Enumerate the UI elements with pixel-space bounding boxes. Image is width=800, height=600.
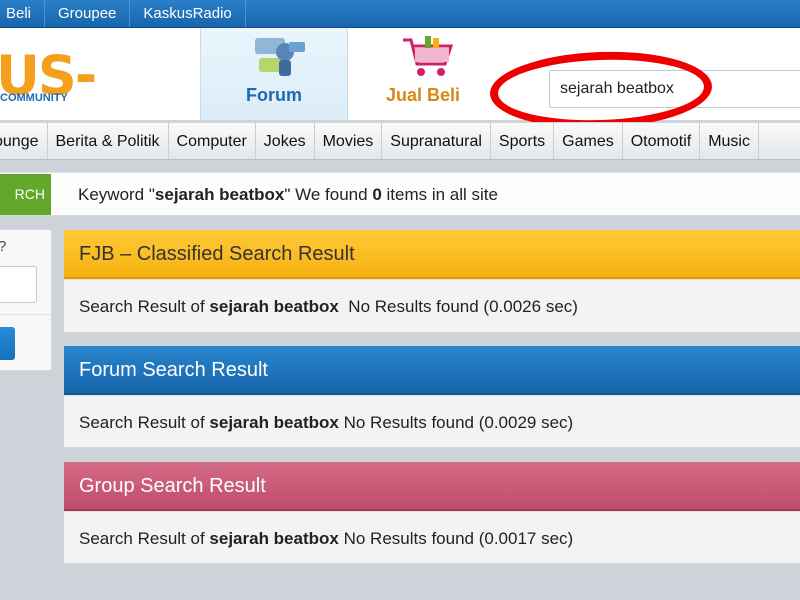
search-sidebar: ?: [0, 229, 52, 371]
result-keyword: sejarah beatbox: [209, 413, 339, 432]
top-link-groupee[interactable]: Groupee: [45, 0, 131, 27]
group-panel-title: Group Search Result: [64, 462, 800, 511]
site-logo[interactable]: US- COMMUNITY: [0, 48, 200, 118]
keyword-bar: RCH Keyword "sejarah beatbox" We found 0…: [0, 172, 800, 216]
group-result-panel: Group Search Result Search Result of sej…: [63, 461, 800, 564]
site-header: US- COMMUNITY Forum Jual Beli sejarah be…: [0, 28, 800, 132]
result-keyword: sejarah beatbox: [209, 297, 339, 316]
category-games[interactable]: Games: [554, 123, 623, 159]
keyword-suffix: items in all site: [381, 185, 498, 204]
keyword-summary: Keyword "sejarah beatbox" We found 0 ite…: [78, 173, 498, 216]
logo-subtitle: COMMUNITY: [0, 92, 68, 104]
result-status: No Results found (0.0026 sec): [338, 297, 578, 316]
sidebar-search-field[interactable]: [0, 266, 37, 303]
sidebar-search-button[interactable]: [0, 327, 15, 360]
top-nav-bar: Beli Groupee KaskusRadio: [0, 0, 800, 28]
category-otomotif[interactable]: Otomotif: [623, 123, 701, 159]
category-berita-politik[interactable]: Berita & Politik: [48, 123, 169, 159]
tab-jual-beli-label: Jual Beli: [385, 85, 461, 105]
forum-panel-title: Forum Search Result: [64, 346, 800, 395]
category-sports[interactable]: Sports: [491, 123, 555, 159]
fjb-panel-title: FJB – Classified Search Result: [64, 230, 800, 279]
category-lounge[interactable]: ounge: [0, 123, 48, 159]
sidebar-label: ?: [0, 238, 6, 255]
forum-result-panel: Forum Search Result Search Result of sej…: [63, 345, 800, 448]
category-computer[interactable]: Computer: [169, 123, 256, 159]
search-tag: RCH: [0, 174, 51, 215]
result-prefix: Search Result of: [79, 529, 210, 548]
category-movies[interactable]: Movies: [315, 123, 383, 159]
keyword-value: sejarah beatbox: [154, 185, 285, 204]
forum-icon: [251, 34, 307, 80]
result-prefix: Search Result of: [79, 297, 210, 316]
fjb-panel-body: Search Result of sejarah beatbox No Resu…: [64, 279, 800, 332]
keyword-middle: " We found: [284, 185, 373, 204]
top-link-beli[interactable]: Beli: [0, 0, 46, 27]
fjb-result-panel: FJB – Classified Search Result Search Re…: [63, 229, 800, 333]
sidebar-divider: [0, 314, 52, 315]
result-prefix: Search Result of: [79, 413, 210, 432]
result-keyword: sejarah beatbox: [209, 529, 339, 548]
shopping-cart-icon: [399, 34, 455, 80]
search-input[interactable]: [549, 70, 800, 108]
forum-panel-body: Search Result of sejarah beatbox No Resu…: [64, 395, 800, 448]
category-music[interactable]: Music: [700, 123, 759, 159]
group-panel-body: Search Result of sejarah beatbox No Resu…: [64, 511, 800, 564]
category-nav: ounge Berita & Politik Computer Jokes Mo…: [0, 122, 800, 160]
category-jokes[interactable]: Jokes: [256, 123, 315, 159]
keyword-prefix: Keyword ": [78, 185, 155, 204]
tab-jual-beli[interactable]: Jual Beli: [349, 28, 497, 120]
result-status: No Results found (0.0017 sec): [338, 529, 574, 548]
category-supranatural[interactable]: Supranatural: [382, 123, 491, 159]
tab-forum[interactable]: Forum: [200, 28, 348, 120]
tab-forum-label: Forum: [246, 85, 302, 105]
result-status: No Results found (0.0029 sec): [338, 413, 574, 432]
top-link-kaskusradio[interactable]: KaskusRadio: [130, 0, 246, 27]
result-count: 0: [372, 185, 382, 204]
